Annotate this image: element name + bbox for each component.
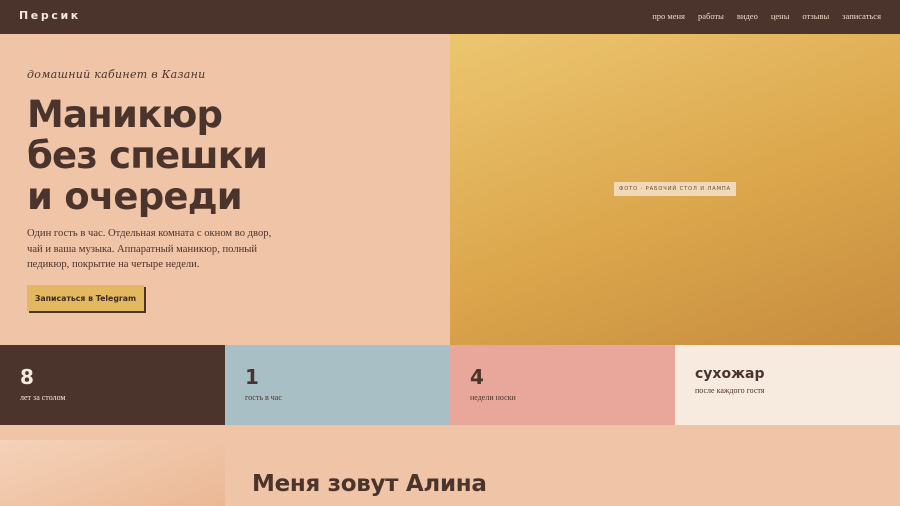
top-nav: Персик про меня работы видео цены отзывы…	[0, 0, 900, 34]
hero-section: домашний кабинет в Казани Маникюр без сп…	[0, 34, 450, 345]
stat-caption: гость в час	[245, 393, 282, 402]
nav-link-prices[interactable]: цены	[771, 11, 790, 21]
headline-line-1: Маникюр	[27, 93, 223, 136]
stat-sterilization: сухожар после каждого гостя	[675, 345, 900, 425]
stat-caption: лет за столом	[20, 393, 66, 402]
telegram-booking-button[interactable]: Записаться в Telegram	[27, 285, 144, 311]
about-title: Меня зовут Алина	[252, 471, 487, 497]
stat-value: 8	[20, 365, 34, 389]
stat-caption: после каждого гостя	[695, 386, 765, 395]
about-photo-placeholder	[0, 440, 225, 506]
hero-headline: Маникюр без спешки и очереди	[27, 93, 268, 218]
nav-link-video[interactable]: видео	[737, 11, 758, 21]
stat-value: сухожар	[695, 366, 765, 382]
stat-value: 1	[245, 365, 259, 389]
headline-line-2: без спешки	[27, 134, 268, 177]
nav-link-works[interactable]: работы	[698, 11, 724, 21]
stat-years: 8 лет за столом	[0, 345, 225, 425]
stat-value: 4	[470, 365, 484, 389]
hero-photo-placeholder: ФОТО · РАБОЧИЙ СТОЛ И ЛАМПА	[450, 34, 900, 345]
photo-caption: ФОТО · РАБОЧИЙ СТОЛ И ЛАМПА	[614, 182, 736, 196]
hero-kicker: домашний кабинет в Казани	[27, 68, 206, 81]
site-logo[interactable]: Персик	[19, 9, 81, 22]
nav-link-about[interactable]: про меня	[652, 11, 685, 21]
hero-description: Один гость в час. Отдельная комната с ок…	[27, 228, 272, 270]
stat-caption: недели носки	[470, 393, 516, 402]
stats-strip: 8 лет за столом 1 гость в час 4 недели н…	[0, 345, 900, 425]
headline-line-3: и очереди	[27, 175, 243, 218]
nav-links: про меня работы видео цены отзывы записа…	[652, 11, 881, 21]
nav-link-reviews[interactable]: отзывы	[802, 11, 829, 21]
stat-weeks: 4 недели носки	[450, 345, 675, 425]
stat-guests: 1 гость в час	[225, 345, 450, 425]
nav-link-book[interactable]: записаться	[842, 11, 881, 21]
about-section: Меня зовут Алина	[0, 440, 900, 506]
